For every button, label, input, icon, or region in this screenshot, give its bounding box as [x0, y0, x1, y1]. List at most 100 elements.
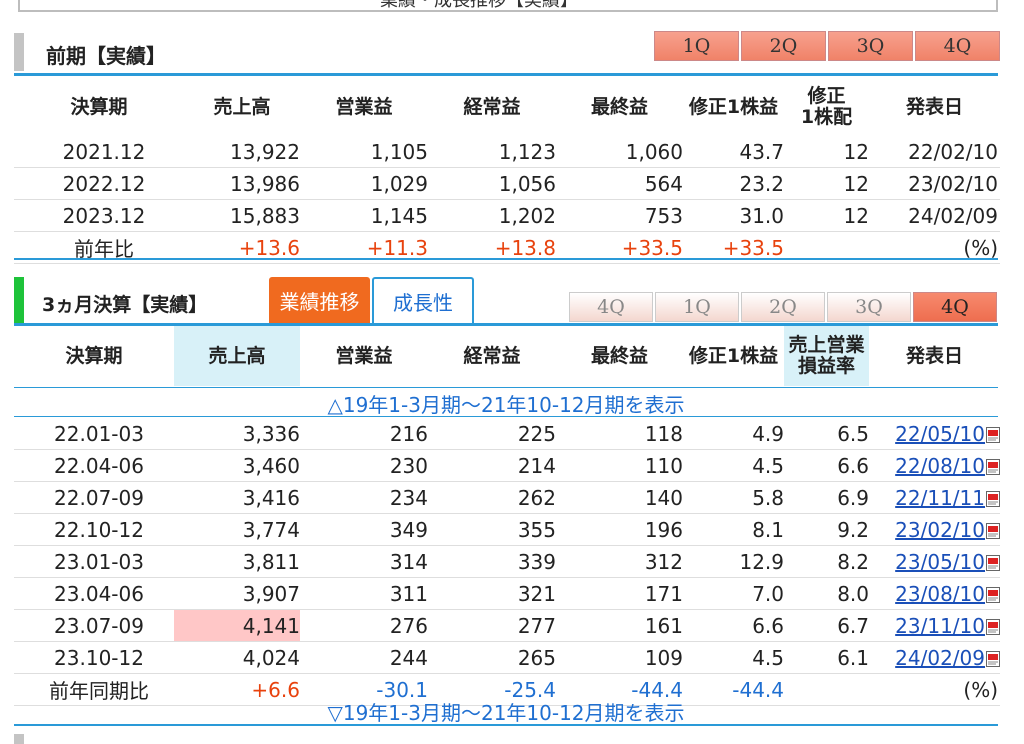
quarterly-cell-text: 22.01-03	[54, 421, 144, 446]
annual-cell: 1,105	[300, 136, 428, 168]
quarterly-cell: 349	[300, 513, 428, 546]
quarterly-button-0[interactable]: 4Q	[569, 292, 653, 322]
quarterly-cell: 265	[428, 641, 556, 674]
tab-growth[interactable]: 成長性	[372, 277, 474, 323]
quarterly-cell-text: 140	[644, 485, 683, 510]
quarterly-cell-text: 22.04-06	[54, 453, 144, 478]
quarterly-cell: 24/02/09	[869, 641, 1000, 674]
previous-section-title: 業績・成長推移【実績】	[380, 0, 578, 11]
quarterly-header: 決算期 売上高 営業益 経常益 最終益 修正1株益 売上営業 損益率 発表日	[14, 326, 1000, 386]
annual-cell-text: 2021.12	[62, 139, 146, 164]
table-row: 2022.12 13,986 1,029 1,056 564 23.2 12 23/02/10	[14, 167, 1000, 200]
quarterly-button-2[interactable]: 2Q	[741, 292, 825, 322]
quarterly-cell: 321	[428, 577, 556, 610]
quarterly-button-1[interactable]: 1Q	[655, 292, 739, 322]
annual-cell: 43.7	[683, 136, 784, 168]
pdf-icon[interactable]	[986, 458, 1000, 475]
quarterly-bottom-rule	[14, 724, 998, 726]
quarterly-header-rule	[14, 387, 998, 388]
quarterly-cell-text: 9.2	[837, 517, 869, 542]
quarterly-cell: 276	[300, 609, 428, 642]
annual-cell: 13,986	[184, 167, 300, 200]
annual-cell: 1,056	[428, 167, 556, 200]
quarterly-cell-text: 109	[644, 645, 683, 670]
quarterly-cell-text: 8.2	[837, 549, 869, 574]
annual-header-text-2: 1株配	[800, 106, 853, 128]
annual-cell-text: 13,922	[230, 139, 300, 164]
annual-button-2[interactable]: 3Q	[828, 31, 913, 61]
previous-section-box: 業績・成長推移【実績】	[18, 0, 998, 12]
quarterly-cell-text: 314	[389, 549, 428, 574]
annual-button-3[interactable]: 4Q	[915, 31, 1000, 61]
hide-older-quarters-link[interactable]: ▽19年1-3月期〜21年10-12月期を表示	[14, 697, 998, 725]
tab-performance-trend[interactable]: 業績推移	[269, 277, 370, 323]
quarterly-cell-text: 349	[389, 517, 428, 542]
announcement-date-link[interactable]: 23/05/10	[895, 550, 985, 574]
quarterly-cell-text: 216	[389, 421, 428, 446]
quarterly-cell: 22.07-09	[14, 481, 174, 514]
pdf-icon[interactable]	[986, 426, 1000, 443]
quarterly-button-3[interactable]: 3Q	[827, 292, 911, 322]
quarterly-cell: 314	[300, 545, 428, 578]
announcement-date-link[interactable]: 23/08/10	[895, 582, 985, 606]
quarterly-cell: 22.04-06	[14, 449, 174, 482]
quarterly-cell: 23/08/10	[869, 577, 1000, 610]
quarterly-toggle-rule	[14, 416, 998, 417]
announcement-date-link[interactable]: 22/08/10	[895, 454, 985, 478]
annual-button-1[interactable]: 2Q	[741, 31, 826, 61]
pdf-icon[interactable]	[986, 650, 1000, 667]
quarterly-cell-text: 6.5	[837, 421, 869, 446]
pdf-icon[interactable]	[986, 522, 1000, 539]
quarterly-cell-text: 4,141	[242, 613, 300, 638]
quarterly-cell: 4.9	[683, 418, 784, 450]
pdf-icon[interactable]	[986, 554, 1000, 571]
quarterly-cell-text: 3,336	[242, 421, 300, 446]
annual-cell-text: 23/02/10	[908, 171, 998, 196]
announcement-date-link[interactable]: 22/05/10	[895, 422, 985, 446]
quarterly-cell: 6.5	[784, 418, 869, 450]
pdf-icon[interactable]	[986, 490, 1000, 507]
quarterly-cell-text: 321	[517, 581, 556, 606]
table-row: 2021.12 13,922 1,105 1,123 1,060 43.7 12 22/02/…	[14, 136, 1000, 168]
quarterly-cell: 23/02/10	[869, 513, 1000, 546]
quarterly-cell: 8.0	[784, 577, 869, 610]
pdf-icon[interactable]	[986, 618, 1000, 635]
annual-cell-text: 31.0	[739, 203, 784, 228]
quarterly-cell: 8.1	[683, 513, 784, 546]
annual-cell-text: 12	[843, 139, 869, 164]
quarterly-cell: 6.9	[784, 481, 869, 514]
annual-cell: 23.2	[683, 167, 784, 200]
quarterly-cell: 214	[428, 449, 556, 482]
annual-button-0[interactable]: 1Q	[654, 31, 739, 61]
pdf-icon[interactable]	[986, 586, 1000, 603]
quarterly-cell-text: 23.04-06	[54, 581, 144, 606]
annual-header-5: 修正1株益	[683, 78, 784, 136]
quarterly-cell: 6.6	[784, 449, 869, 482]
annual-cell-text: 1,056	[498, 171, 556, 196]
announcement-date-link[interactable]: 22/11/11	[895, 486, 985, 510]
quarterly-cell: 4,024	[174, 641, 300, 674]
announcement-date-link[interactable]: 23/11/10	[895, 614, 985, 638]
quarterly-cell: 9.2	[784, 513, 869, 546]
quarterly-cell: 110	[556, 449, 683, 482]
quarterly-cell: 339	[428, 545, 556, 578]
annual-cell-text: 13,986	[230, 171, 300, 196]
quarterly-cell-text: 22.10-12	[54, 517, 144, 542]
show-older-quarters-link[interactable]: △19年1-3月期〜21年10-12月期を表示	[14, 389, 998, 417]
annual-cell-text: 24/02/09	[908, 203, 998, 228]
annual-header-4: 最終益	[556, 78, 683, 136]
next-section-marker	[14, 734, 24, 744]
announcement-date-link[interactable]: 23/02/10	[895, 518, 985, 542]
annual-cell: 1,029	[300, 167, 428, 200]
table-row: 22.10-12 3,774 349 355 196 8.1 9.2 23/02/10	[14, 513, 1000, 546]
quarterly-cell-text: 22.07-09	[54, 485, 144, 510]
annual-cell-text: 1,123	[498, 139, 556, 164]
quarterly-cell: 23.10-12	[14, 641, 174, 674]
annual-cell: 12	[784, 167, 869, 200]
quarterly-cell-text: 6.9	[837, 485, 869, 510]
quarterly-cell-text: 171	[644, 581, 683, 606]
quarterly-cell: 171	[556, 577, 683, 610]
quarterly-button-4[interactable]: 4Q	[913, 292, 997, 322]
announcement-date-link[interactable]: 24/02/09	[895, 646, 985, 670]
quarterly-cell: 23.04-06	[14, 577, 174, 610]
